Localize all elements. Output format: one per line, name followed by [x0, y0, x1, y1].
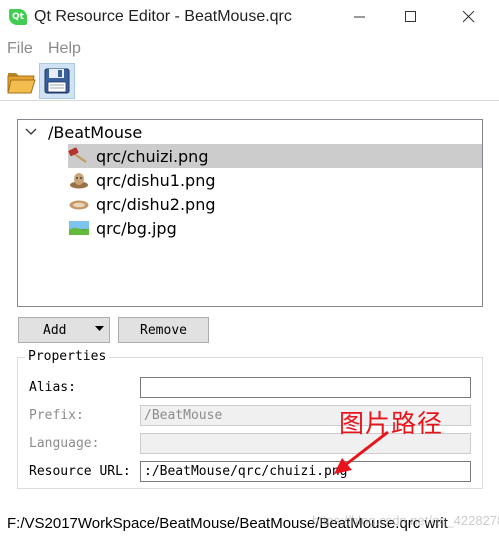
tree-item[interactable]: qrc/dishu2.png: [68, 192, 216, 216]
tree-item-label: qrc/bg.jpg: [96, 218, 177, 238]
open-button[interactable]: [3, 63, 39, 99]
dropdown-arrow-icon: [95, 326, 104, 331]
add-button-label: Add: [43, 322, 67, 338]
save-button[interactable]: [39, 63, 75, 99]
watermark: https://blog.csdn.net/qq_42282789: [312, 513, 499, 528]
tree-item[interactable]: qrc/dishu1.png: [68, 168, 216, 192]
tree-item[interactable]: qrc/chuizi.png: [68, 144, 482, 168]
add-button[interactable]: Add: [18, 317, 110, 343]
title-bar: Qt Qt Resource Editor - BeatMouse.qrc: [0, 0, 499, 34]
maximize-icon: [405, 11, 416, 22]
alias-input[interactable]: [140, 377, 471, 398]
chevron-down-icon[interactable]: [24, 128, 38, 136]
prefix-label: Prefix:: [29, 408, 84, 423]
annotation-arrow-icon: [334, 430, 389, 474]
tree-root-prefix[interactable]: /BeatMouse: [24, 120, 142, 144]
properties-title: Properties: [25, 349, 110, 364]
tree-root-label: /BeatMouse: [48, 122, 143, 142]
minimize-button[interactable]: [337, 0, 383, 34]
landscape-icon: [68, 219, 90, 237]
maximize-button[interactable]: [388, 0, 434, 34]
mole-icon: [68, 171, 90, 189]
resource-url-field[interactable]: :/BeatMouse/qrc/chuizi.png: [140, 461, 471, 482]
tree-item-label: qrc/dishu1.png: [96, 170, 216, 190]
minimize-icon: [354, 16, 365, 18]
menu-bar: File Help: [0, 38, 499, 60]
window-title: Qt Resource Editor - BeatMouse.qrc: [34, 8, 292, 25]
hammer-icon: [68, 147, 90, 165]
floppy-save-icon: [44, 68, 70, 94]
toolbar-divider: [0, 100, 499, 101]
tree-item-label: qrc/chuizi.png: [96, 146, 209, 166]
close-icon: [463, 11, 475, 23]
qt-app-icon: Qt: [9, 9, 27, 25]
menu-file[interactable]: File: [7, 40, 33, 58]
menu-help[interactable]: Help: [48, 40, 81, 58]
folder-open-icon: [7, 73, 36, 94]
tree-item-label: qrc/dishu2.png: [96, 194, 216, 214]
close-button[interactable]: [446, 0, 492, 34]
remove-button[interactable]: Remove: [118, 317, 209, 343]
remove-button-label: Remove: [140, 322, 187, 338]
hole-icon: [68, 195, 90, 213]
resource-tree[interactable]: /BeatMouse qrc/chuizi.png qrc/dishu1.png: [17, 119, 483, 307]
tree-item[interactable]: qrc/bg.jpg: [68, 216, 177, 240]
language-label: Language:: [29, 436, 100, 451]
alias-label: Alias:: [29, 380, 76, 395]
resource-url-label: Resource URL:: [29, 464, 131, 479]
toolbar: [0, 62, 499, 100]
